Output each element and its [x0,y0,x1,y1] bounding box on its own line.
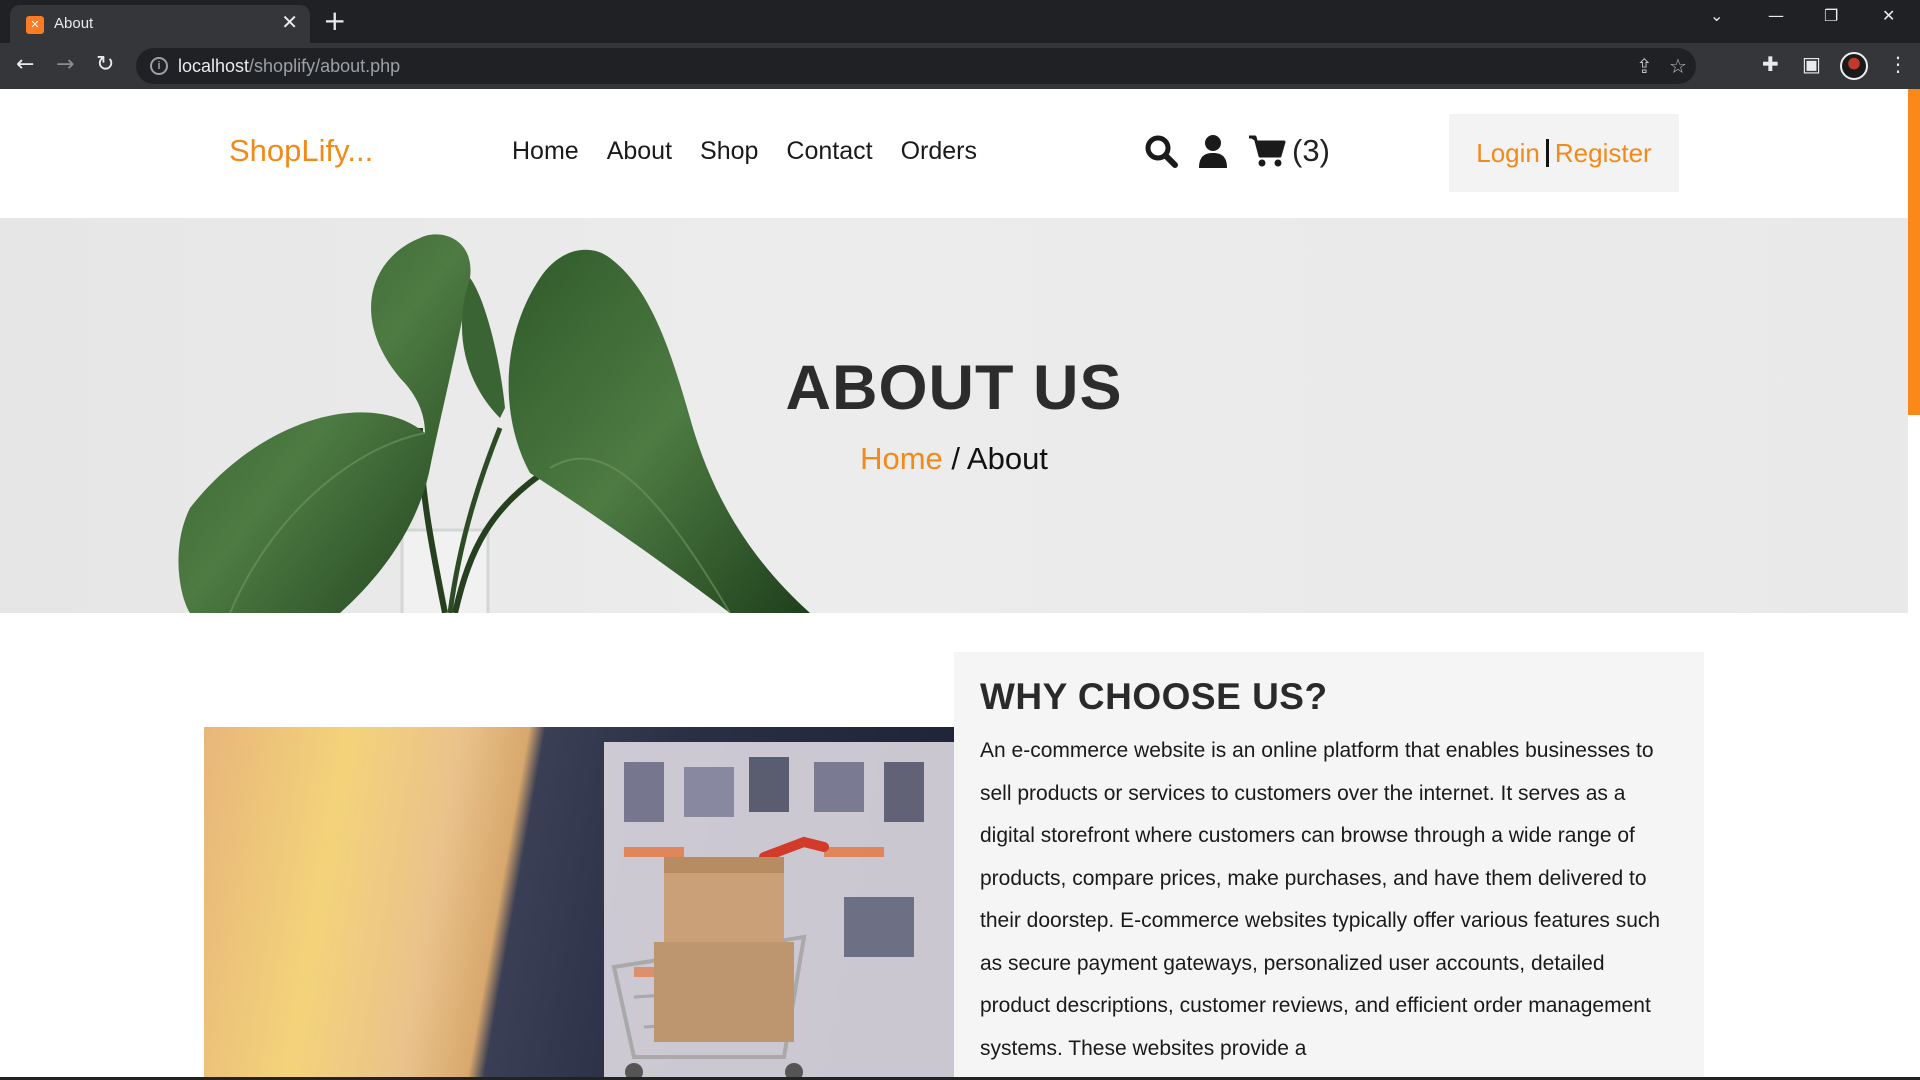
extensions-icon[interactable]: ✚ [1762,52,1779,76]
tab-title: About [54,15,94,32]
login-link[interactable]: Login [1476,138,1540,169]
breadcrumb-home[interactable]: Home [860,441,943,476]
user-icon[interactable] [1198,134,1228,168]
minimize-icon[interactable]: — [1768,6,1784,25]
restore-icon[interactable]: ❐ [1824,6,1838,25]
nav-home[interactable]: Home [512,137,579,166]
main-nav: Home About Shop Contact Orders [512,137,977,166]
page-scrollbar[interactable] [1908,89,1920,1080]
browser-tabbar: ✕ About ✕ + ⌄ — ❐ ✕ [0,0,1920,43]
scrollbar-thumb[interactable] [1908,89,1920,415]
forward-icon[interactable]: → [56,51,74,79]
side-panel-icon[interactable]: ▣ [1802,52,1821,76]
menu-kebab-icon[interactable]: ⋮ [1888,52,1908,76]
why-choose-us-card: WHY CHOOSE US? An e-commerce website is … [954,652,1704,1080]
close-tab-icon[interactable]: ✕ [281,12,298,34]
tab-search-icon[interactable]: ⌄ [1710,6,1723,25]
breadcrumb: Home / About [0,441,1908,477]
nav-contact[interactable]: Contact [786,137,872,166]
close-window-icon[interactable]: ✕ [1882,6,1895,25]
new-tab-icon[interactable]: + [323,6,346,36]
breadcrumb-separator: / [942,441,967,476]
header-icons: (3) [1144,133,1330,169]
nav-about[interactable]: About [607,137,672,166]
auth-box: Login Register [1449,114,1679,192]
back-icon[interactable]: ← [16,51,34,79]
cart-icon [1249,135,1286,167]
why-choose-us-title: WHY CHOOSE US? [980,676,1328,717]
why-choose-us-text: An e-commerce website is an online platf… [980,739,1661,1060]
nav-shop[interactable]: Shop [700,137,758,166]
bookmark-star-icon[interactable]: ☆ [1669,54,1687,78]
about-section: WHY CHOOSE US? An e-commerce website is … [0,613,1908,1080]
site-logo[interactable]: ShopLify... [229,133,373,169]
hero-banner: ABOUT US Home / About [0,218,1908,613]
search-icon[interactable] [1144,134,1178,168]
breadcrumb-current: About [966,441,1048,476]
register-link[interactable]: Register [1555,138,1652,169]
nav-orders[interactable]: Orders [901,137,977,166]
site-info-icon[interactable]: i [150,57,168,75]
address-bar[interactable]: i localhost/shoplify/about.php ⇪ ☆ [136,48,1696,84]
auth-divider [1545,139,1549,167]
xampp-icon: ✕ [26,16,44,34]
profile-avatar[interactable] [1840,52,1868,80]
cart-link[interactable]: (3) [1248,133,1330,169]
shopping-cart-laptop-image [204,727,954,1080]
browser-toolbar: ← → ↻ i localhost/shoplify/about.php ⇪ ☆… [0,43,1920,89]
reload-icon[interactable]: ↻ [96,51,114,79]
url-text[interactable]: localhost/shoplify/about.php [178,56,400,77]
share-icon[interactable]: ⇪ [1636,54,1653,78]
cart-count: (3) [1292,133,1330,168]
hero-title: ABOUT US [785,353,1123,423]
site-header: ShopLify... Home About Shop Contact Orde… [0,89,1908,218]
web-page: ShopLify... Home About Shop Contact Orde… [0,89,1920,1080]
browser-tab[interactable]: ✕ About ✕ [10,5,310,43]
